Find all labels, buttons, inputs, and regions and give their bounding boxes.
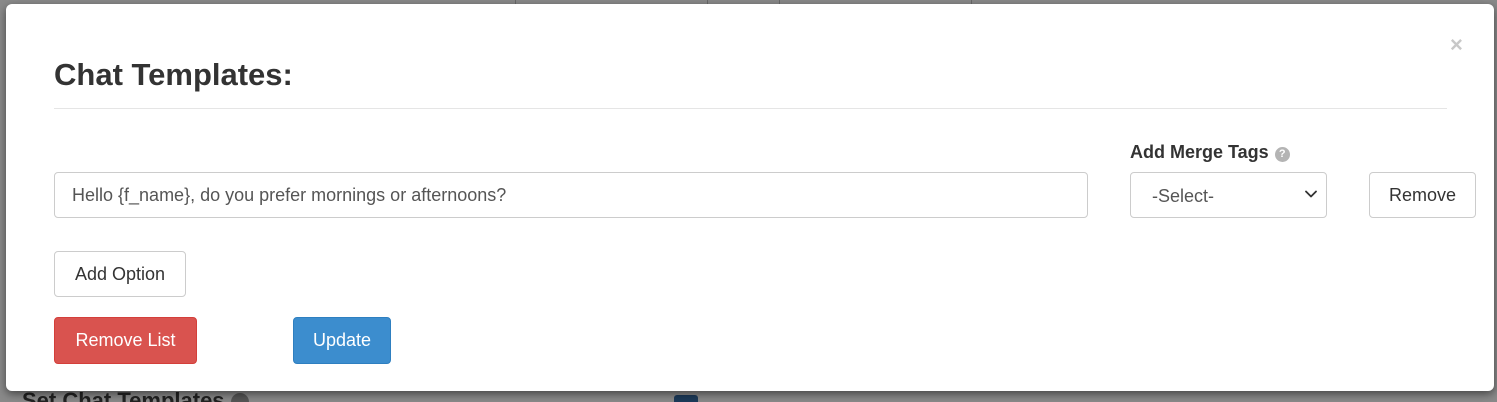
chat-templates-modal: × Chat Templates: Add Merge Tags? -Selec…	[6, 4, 1494, 391]
merge-tags-select[interactable]: -Select-	[1130, 172, 1327, 218]
remove-list-button[interactable]: Remove List	[54, 317, 197, 364]
option-text-input[interactable]	[54, 172, 1088, 218]
background-help-icon	[230, 393, 249, 402]
modal-title: Chat Templates:	[54, 57, 293, 92]
update-button[interactable]: Update	[293, 317, 391, 364]
merge-tags-label-text: Add Merge Tags	[1130, 142, 1269, 162]
background-button	[674, 395, 698, 402]
add-option-button[interactable]: Add Option	[54, 251, 186, 297]
header-divider	[54, 108, 1447, 109]
remove-option-button[interactable]: Remove	[1369, 172, 1476, 218]
chevron-down-icon	[1305, 190, 1317, 198]
merge-tags-label: Add Merge Tags?	[1130, 142, 1290, 163]
question-circle-icon[interactable]: ?	[1274, 147, 1290, 162]
merge-tags-select-value: -Select-	[1152, 186, 1215, 206]
close-icon[interactable]: ×	[1450, 34, 1463, 56]
